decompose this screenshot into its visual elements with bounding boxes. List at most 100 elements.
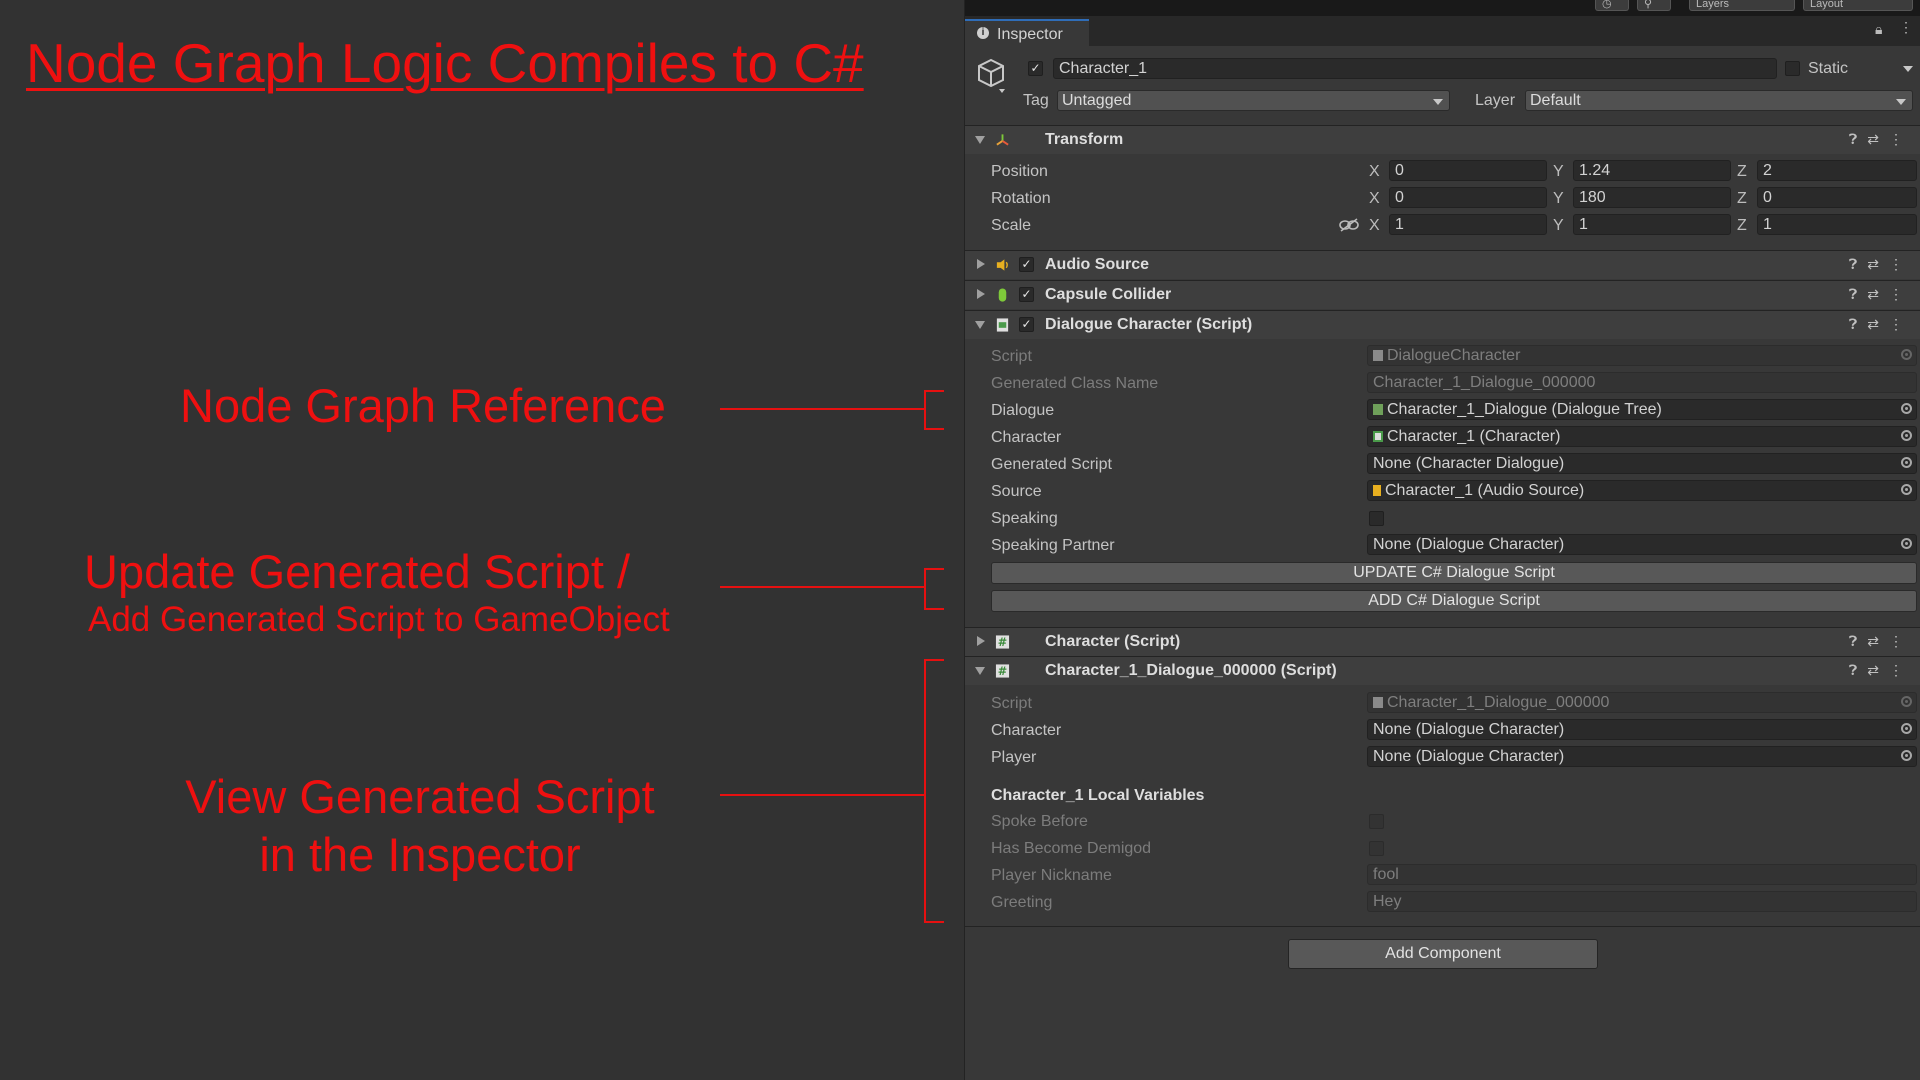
object-picker-icon[interactable] [1901, 457, 1912, 468]
generated-script-field-value: None (Character Dialogue) [1373, 455, 1565, 472]
kebab-menu-icon[interactable]: ⋮ [1899, 19, 1913, 36]
foldout-closed-icon[interactable] [977, 259, 985, 269]
dialogue-character-enabled-checkbox[interactable]: ✓ [1019, 317, 1034, 332]
character-script-header[interactable]: # Character (Script) ❓︎⇄⋮ [965, 627, 1920, 656]
presets-icon[interactable]: ⇄ [1867, 316, 1889, 332]
static-checkbox[interactable] [1785, 61, 1800, 76]
capsule-collider-title: Capsule Collider [1045, 286, 1172, 303]
speaking-partner-field-value: None (Dialogue Character) [1373, 536, 1565, 553]
editor-toolbar: ◷ ⚲ Layers Layout [965, 0, 1920, 16]
position-label: Position [991, 163, 1048, 180]
help-icon[interactable]: ❓︎ [1849, 131, 1867, 147]
tag-label: Tag [1023, 92, 1049, 109]
gen-character-value: None (Dialogue Character) [1373, 721, 1565, 738]
speaker-icon [996, 259, 1008, 271]
foldout-closed-icon[interactable] [977, 289, 985, 299]
axis-y-label: Y [1553, 163, 1564, 180]
capsule-collider-enabled-checkbox[interactable]: ✓ [1019, 287, 1034, 302]
inspector-panel: ◷ ⚲ Layers Layout i Inspector 🔒︎ ⋮ ✓ Cha… [964, 0, 1920, 1080]
csharp-script-icon: # [995, 664, 1010, 678]
help-icon[interactable]: ❓︎ [1849, 633, 1867, 649]
active-checkbox[interactable]: ✓ [1028, 61, 1043, 76]
local-variables-header: Character_1 Local Variables [991, 787, 1205, 804]
kebab-menu-icon[interactable]: ⋮ [1889, 131, 1913, 147]
object-picker-icon[interactable] [1901, 538, 1912, 549]
annotation-update-line1: Update Generated Script / [84, 545, 631, 598]
layer-label: Layer [1475, 92, 1516, 109]
foldout-open-icon[interactable] [975, 667, 985, 675]
foldout-open-icon[interactable] [975, 321, 985, 329]
help-icon[interactable]: ❓︎ [1849, 316, 1867, 332]
foldout-open-icon[interactable] [975, 136, 985, 144]
chevron-down-icon [1896, 99, 1906, 105]
transform-axes-icon [996, 134, 1009, 146]
header-icons: ❓︎⇄⋮ [1849, 662, 1913, 679]
help-icon[interactable]: ❓︎ [1849, 286, 1867, 302]
lock-icon[interactable]: 🔒︎ [1875, 21, 1882, 38]
add-dialogue-script-button[interactable]: ADD C# Dialogue Script [991, 590, 1917, 612]
static-dropdown-arrow-icon[interactable] [1903, 66, 1913, 72]
has-become-demigod-checkbox [1369, 841, 1384, 856]
tab-strip: i Inspector 🔒︎ ⋮ [965, 16, 1920, 46]
presets-icon[interactable]: ⇄ [1867, 256, 1889, 272]
annotation-bracket [924, 659, 944, 923]
audio-source-enabled-checkbox[interactable]: ✓ [1019, 257, 1034, 272]
rotation-x-field[interactable]: 0 [1389, 187, 1547, 208]
foldout-closed-icon[interactable] [977, 636, 985, 646]
update-dialogue-script-button[interactable]: UPDATE C# Dialogue Script [991, 562, 1917, 584]
kebab-menu-icon[interactable]: ⋮ [1889, 633, 1913, 649]
object-picker-icon[interactable] [1901, 750, 1912, 761]
axis-y-label: Y [1553, 217, 1564, 234]
add-component-button[interactable]: Add Component [1288, 939, 1598, 969]
constrain-proportions-icon[interactable] [1339, 218, 1359, 232]
gen-player-field[interactable]: None (Dialogue Character) [1367, 746, 1917, 767]
object-picker-icon[interactable] [1901, 403, 1912, 414]
layout-dropdown[interactable]: Layout [1803, 0, 1913, 11]
source-field[interactable]: Character_1 (Audio Source) [1367, 480, 1917, 501]
gen-character-field[interactable]: None (Dialogue Character) [1367, 719, 1917, 740]
kebab-menu-icon[interactable]: ⋮ [1889, 316, 1913, 332]
rotation-y-field[interactable]: 180 [1573, 187, 1731, 208]
character-field[interactable]: Character_1 (Character) [1367, 426, 1917, 447]
layers-dropdown[interactable]: Layers [1689, 0, 1795, 11]
presets-icon[interactable]: ⇄ [1867, 131, 1889, 147]
tab-inspector[interactable]: i Inspector [965, 19, 1089, 46]
generated-dialogue-header[interactable]: # Character_1_Dialogue_000000 (Script) ❓… [965, 656, 1920, 685]
transform-header[interactable]: Transform ❓︎⇄⋮ [965, 125, 1920, 154]
speaking-checkbox[interactable] [1369, 511, 1384, 526]
position-z-field[interactable]: 2 [1757, 160, 1917, 181]
capsule-icon [998, 288, 1007, 302]
help-icon[interactable]: ❓︎ [1849, 662, 1867, 678]
object-name-field[interactable]: Character_1 [1053, 58, 1777, 79]
dialogue-field[interactable]: Character_1_Dialogue (Dialogue Tree) [1367, 399, 1917, 420]
generated-script-ref-field: Character_1_Dialogue_000000 [1367, 692, 1917, 713]
position-x-field[interactable]: 0 [1389, 160, 1547, 181]
history-button[interactable]: ◷ [1595, 0, 1629, 11]
tag-dropdown[interactable]: Untagged [1057, 90, 1450, 111]
scale-z-field[interactable]: 1 [1757, 214, 1917, 235]
speaking-partner-field[interactable]: None (Dialogue Character) [1367, 534, 1917, 555]
object-picker-icon[interactable] [1901, 484, 1912, 495]
dialogue-character-header[interactable]: ✓ Dialogue Character (Script) ❓︎⇄⋮ [965, 310, 1920, 339]
help-icon[interactable]: ❓︎ [1849, 256, 1867, 272]
kebab-menu-icon[interactable]: ⋮ [1889, 662, 1913, 678]
object-picker-icon[interactable] [1901, 723, 1912, 734]
annotation-update-line2: Add Generated Script to GameObject [88, 600, 670, 639]
presets-icon[interactable]: ⇄ [1867, 662, 1889, 678]
scale-x-field[interactable]: 1 [1389, 214, 1547, 235]
presets-icon[interactable]: ⇄ [1867, 286, 1889, 302]
generated-script-field[interactable]: None (Character Dialogue) [1367, 453, 1917, 474]
kebab-menu-icon[interactable]: ⋮ [1889, 256, 1913, 272]
kebab-menu-icon[interactable]: ⋮ [1889, 286, 1913, 302]
header-icons: ❓︎⇄⋮ [1849, 633, 1913, 650]
gameobject-cube-icon[interactable] [975, 56, 1009, 94]
rotation-z-field[interactable]: 0 [1757, 187, 1917, 208]
position-y-field[interactable]: 1.24 [1573, 160, 1731, 181]
capsule-collider-header[interactable]: ✓ Capsule Collider ❓︎⇄⋮ [965, 280, 1920, 309]
presets-icon[interactable]: ⇄ [1867, 633, 1889, 649]
scale-y-field[interactable]: 1 [1573, 214, 1731, 235]
object-picker-icon[interactable] [1901, 430, 1912, 441]
search-button[interactable]: ⚲ [1637, 0, 1671, 11]
layer-dropdown[interactable]: Default [1525, 90, 1913, 111]
audio-source-header[interactable]: ✓ Audio Source ❓︎⇄⋮ [965, 250, 1920, 279]
